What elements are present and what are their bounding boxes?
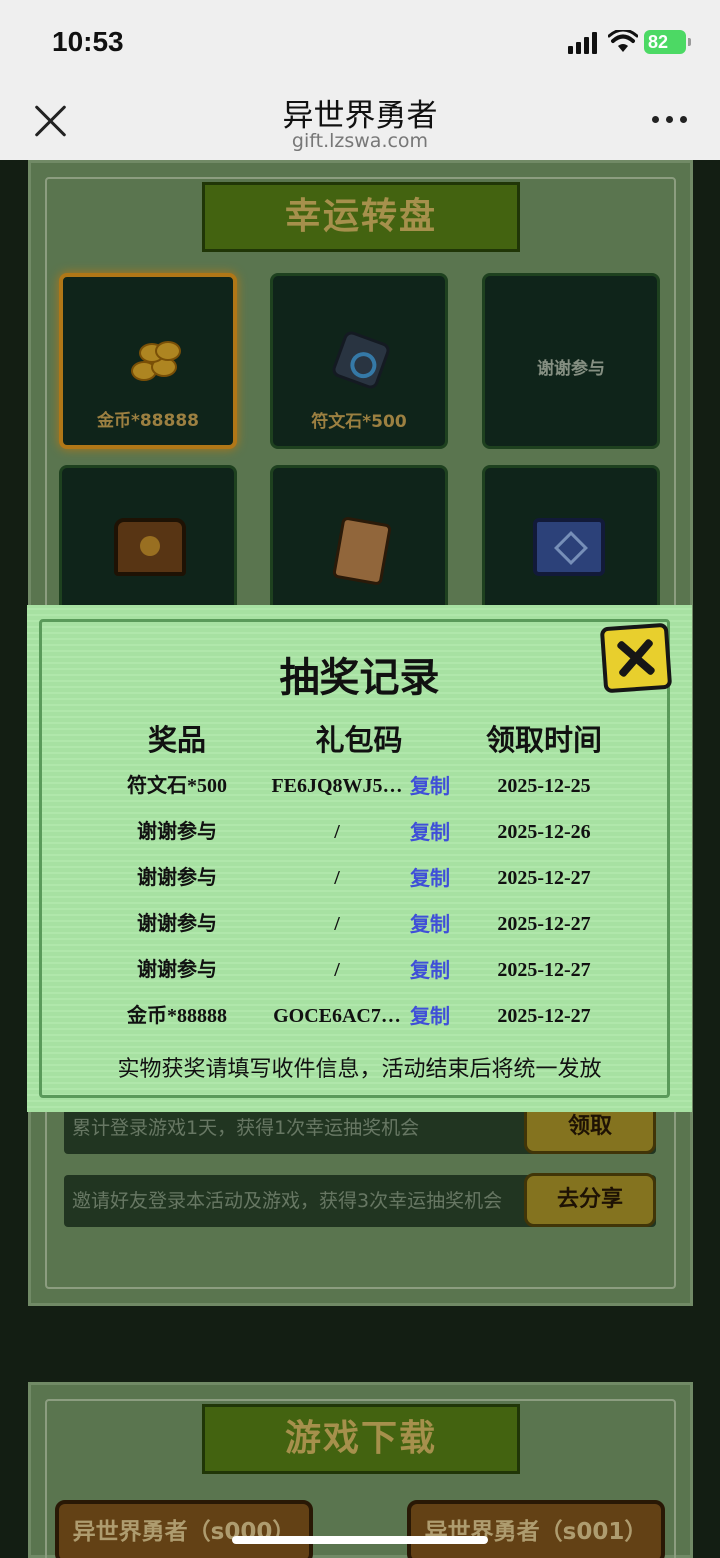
- record-code: GOCE6AC7…: [273, 1005, 401, 1027]
- table-row: 谢谢参与 / 复制 2025-12-27: [27, 904, 692, 944]
- record-time: 2025-12-27: [497, 959, 591, 981]
- copy-button[interactable]: 复制: [405, 812, 455, 852]
- copy-button[interactable]: 复制: [405, 858, 455, 898]
- record-code: /: [334, 821, 340, 843]
- record-code: /: [334, 913, 340, 935]
- modal-note: 实物获奖请填写收件信息，活动结束后将统一发放: [117, 1057, 602, 1082]
- home-indicator[interactable]: [232, 1536, 488, 1544]
- record-prize: 谢谢参与: [137, 821, 217, 843]
- page-domain: gift.lzswa.com: [291, 130, 429, 152]
- copy-button[interactable]: 复制: [405, 904, 455, 944]
- status-time: 10:53: [52, 26, 124, 57]
- record-prize: 谢谢参与: [137, 959, 217, 981]
- modal-title: 抽奖记录: [279, 655, 440, 701]
- record-code: FE6JQ8WJ5…: [271, 775, 403, 797]
- more-icon[interactable]: [652, 116, 688, 124]
- header-prize: 奖品: [147, 723, 206, 757]
- copy-button[interactable]: 复制: [405, 766, 455, 806]
- record-prize: 符文石*500: [127, 775, 227, 797]
- record-time: 2025-12-27: [497, 913, 591, 935]
- table-row: 符文石*500 FE6JQ8WJ5… 复制 2025-12-25: [27, 766, 692, 806]
- table-row: 谢谢参与 / 复制 2025-12-26: [27, 812, 692, 852]
- record-code: /: [334, 959, 340, 981]
- header-claim-time: 领取时间: [485, 723, 602, 757]
- draw-records-modal: 抽奖记录 奖品 礼包码 领取时间 符文石*500 FE6JQ8WJ5… 复制 2…: [27, 605, 692, 1112]
- record-time: 2025-12-27: [497, 1005, 591, 1027]
- record-code: /: [334, 867, 340, 889]
- record-time: 2025-12-25: [497, 775, 591, 797]
- record-prize: 谢谢参与: [137, 913, 217, 935]
- status-bar: 10:53 82: [0, 0, 720, 82]
- header-gift-code: 礼包码: [315, 723, 403, 757]
- battery-level: 82: [648, 32, 669, 52]
- table-row: 金币*88888 GOCE6AC7… 复制 2025-12-27: [27, 996, 692, 1036]
- record-time: 2025-12-27: [497, 867, 591, 889]
- table-row: 谢谢参与 / 复制 2025-12-27: [27, 858, 692, 898]
- table-row: 谢谢参与 / 复制 2025-12-27: [27, 950, 692, 990]
- copy-button[interactable]: 复制: [405, 996, 455, 1036]
- close-icon[interactable]: [599, 622, 673, 694]
- record-time: 2025-12-26: [497, 821, 591, 843]
- cellular-signal-icon: [568, 32, 600, 54]
- copy-button[interactable]: 复制: [405, 950, 455, 990]
- record-prize: 谢谢参与: [137, 867, 217, 889]
- browser-navbar: 异世界勇者 gift.lzswa.com: [0, 82, 720, 160]
- record-prize: 金币*88888: [127, 1005, 227, 1027]
- page-title: 异世界勇者: [282, 98, 438, 134]
- battery-icon: 82: [644, 30, 691, 54]
- wifi-icon: [608, 30, 638, 52]
